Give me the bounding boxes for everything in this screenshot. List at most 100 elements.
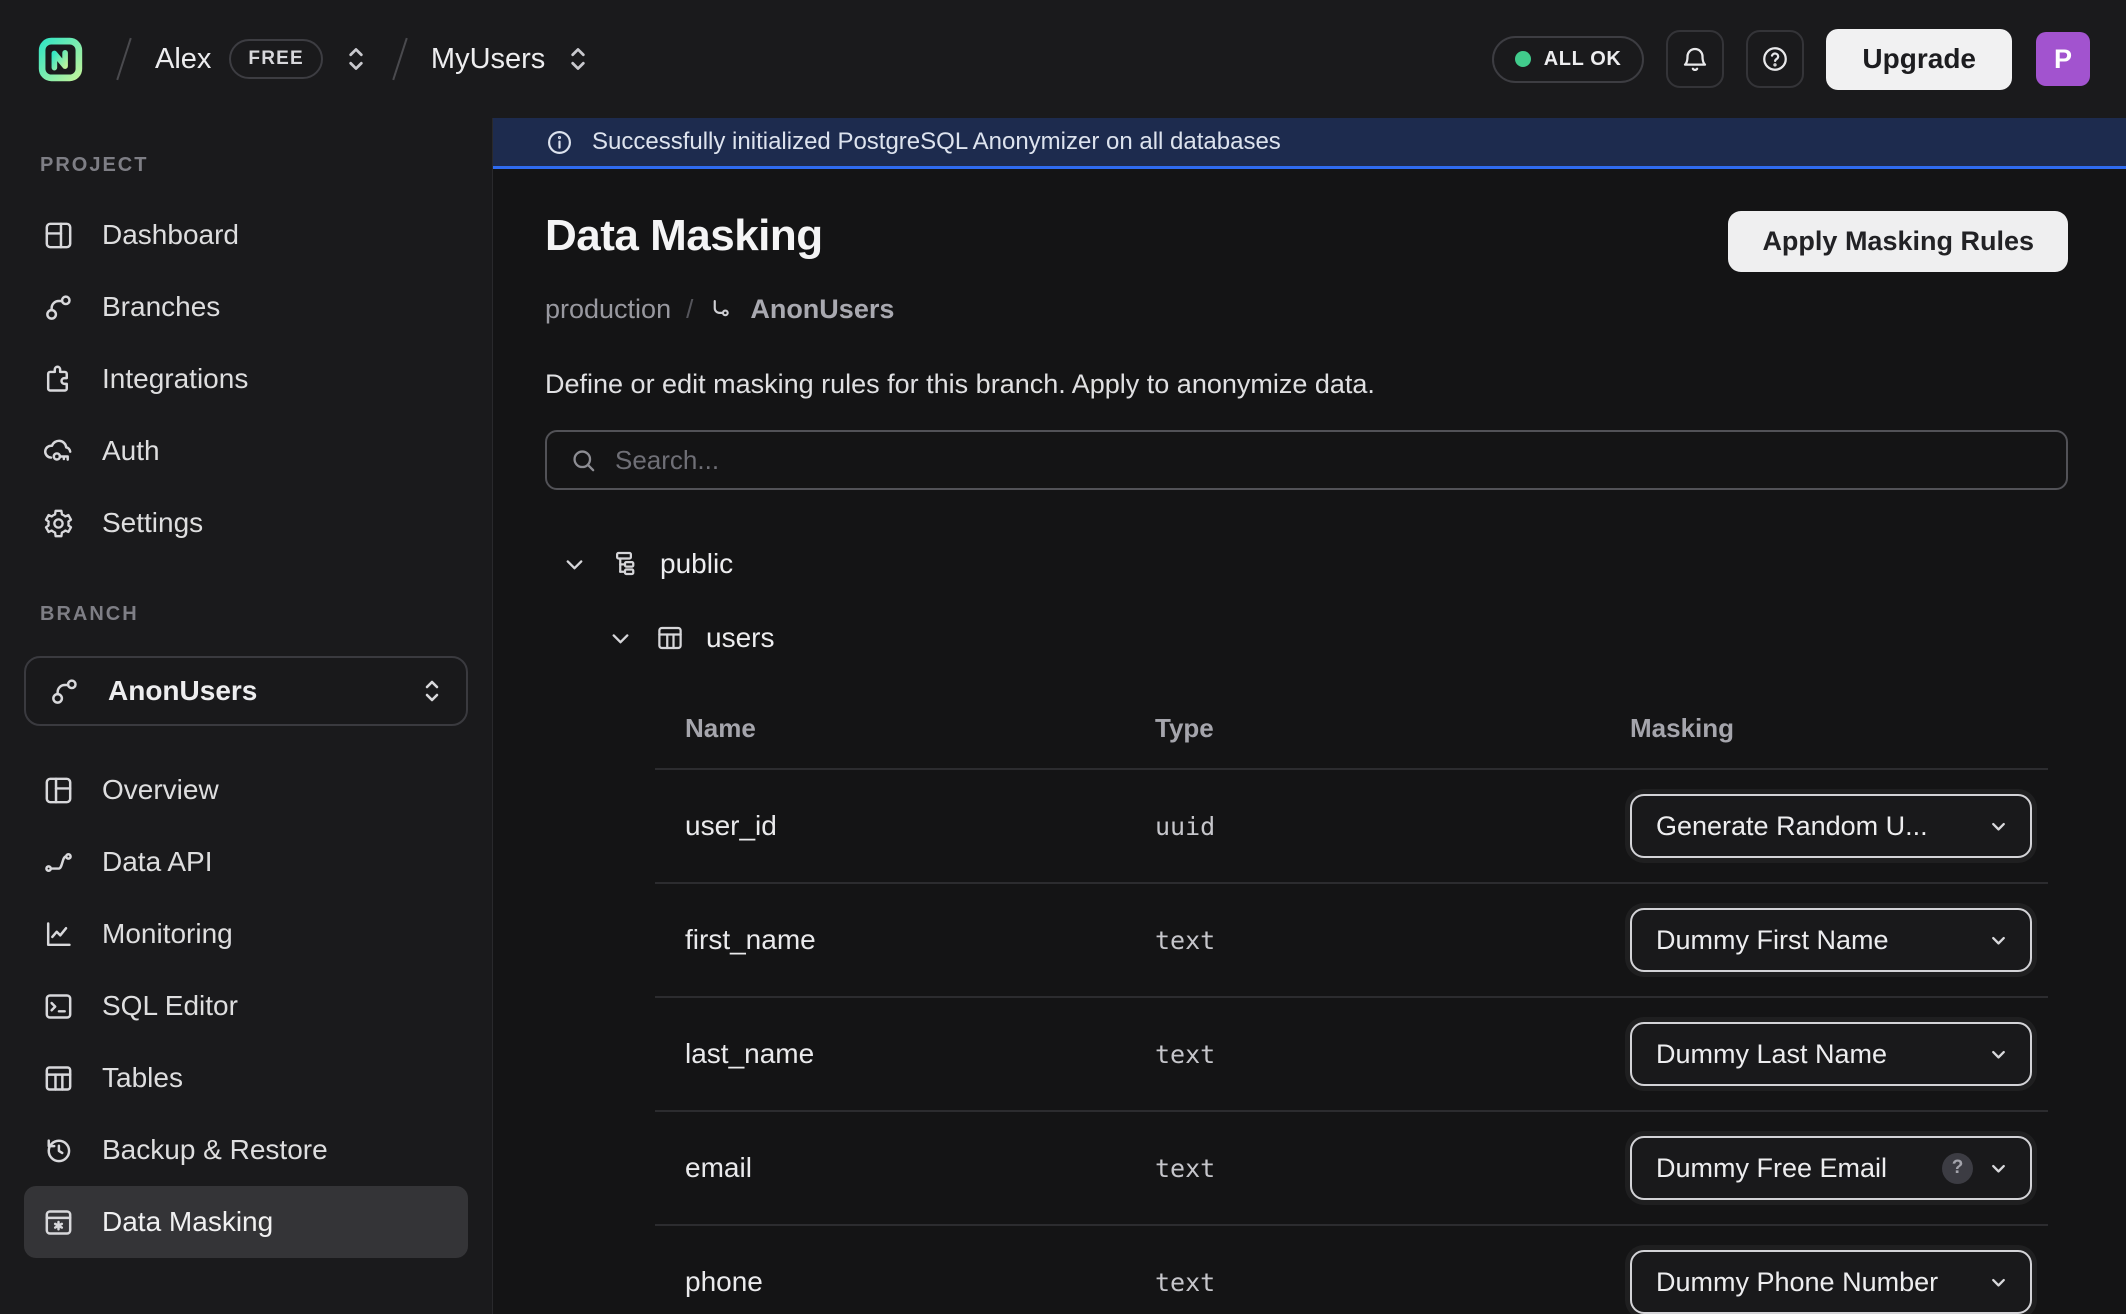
- upgrade-button[interactable]: Upgrade: [1826, 29, 2012, 90]
- masking-rule-select[interactable]: Dummy Phone Number: [1630, 1250, 2032, 1314]
- sidebar-item-backup-restore[interactable]: Backup & Restore: [24, 1114, 468, 1186]
- header-separator: [116, 38, 131, 80]
- org-name: Alex: [155, 43, 211, 76]
- sidebar-item-data-api[interactable]: Data API: [24, 826, 468, 898]
- sidebar-item-sql-editor[interactable]: SQL Editor: [24, 970, 468, 1042]
- top-navigation-bar: Alex FREE MyUsers ALL OK Upgrade P: [0, 0, 2126, 118]
- sidebar-item-label: Auth: [102, 435, 160, 467]
- table-header-row: Name Type Masking: [655, 688, 2048, 770]
- avatar[interactable]: P: [2036, 32, 2090, 86]
- sidebar-item-integrations[interactable]: Integrations: [24, 343, 468, 415]
- sidebar-section-branch: BRANCH: [24, 603, 468, 626]
- breadcrumb-current-branch[interactable]: AnonUsers: [750, 294, 894, 325]
- app-shell: PROJECT Dashboard Branches Integrations …: [0, 118, 2126, 1314]
- branch-selector[interactable]: AnonUsers: [24, 656, 468, 726]
- branches-icon: [42, 291, 75, 324]
- sidebar-item-label: Branches: [102, 291, 220, 323]
- sidebar-item-label: SQL Editor: [102, 990, 238, 1022]
- project-switcher[interactable]: MyUsers: [431, 42, 591, 76]
- sidebar-item-label: Backup & Restore: [102, 1134, 328, 1166]
- help-button[interactable]: [1746, 30, 1804, 88]
- sql-editor-icon: [42, 990, 75, 1023]
- header-separator: [392, 38, 407, 80]
- sidebar-section-project: PROJECT: [24, 154, 468, 177]
- sidebar-item-label: Integrations: [102, 363, 248, 395]
- masking-rule-value: Dummy Last Name: [1656, 1039, 1973, 1070]
- status-ok-dot: [1515, 51, 1531, 67]
- chevron-down-icon: [1987, 1157, 2010, 1180]
- branches-icon: [48, 675, 81, 708]
- search-input[interactable]: [615, 445, 2044, 476]
- column-name: last_name: [685, 1038, 1155, 1070]
- breadcrumb-separator: /: [686, 294, 693, 325]
- chevron-down-icon: [1987, 1043, 2010, 1066]
- history-clock-icon: [42, 1134, 75, 1167]
- sidebar-item-dashboard[interactable]: Dashboard: [24, 199, 468, 271]
- sidebar-item-monitoring[interactable]: Monitoring: [24, 898, 468, 970]
- tree-row-schema[interactable]: public: [561, 536, 2068, 592]
- chevron-updown-icon: [420, 675, 444, 707]
- info-icon: [545, 128, 574, 157]
- tables-icon: [42, 1062, 75, 1095]
- question-circle-icon: [1760, 44, 1790, 74]
- bell-icon: [1680, 44, 1710, 74]
- child-branch-icon: [708, 296, 735, 323]
- sidebar-item-branches[interactable]: Branches: [24, 271, 468, 343]
- breadcrumb-parent-branch[interactable]: production: [545, 294, 671, 325]
- table-row: last_name text Dummy Last Name: [655, 998, 2048, 1112]
- sidebar-item-label: Monitoring: [102, 918, 233, 950]
- sidebar-item-overview[interactable]: Overview: [24, 754, 468, 826]
- column-type: text: [1155, 1268, 1630, 1297]
- search-box[interactable]: [545, 430, 2068, 490]
- masking-rule-value: Dummy Phone Number: [1656, 1267, 1973, 1298]
- org-switcher[interactable]: Alex FREE: [155, 39, 369, 79]
- data-masking-icon: [42, 1206, 75, 1239]
- masking-rule-value: Dummy First Name: [1656, 925, 1973, 956]
- column-type: text: [1155, 1040, 1630, 1069]
- table-row: email text Dummy Free Email ?: [655, 1112, 2048, 1226]
- chevron-down-icon[interactable]: [607, 625, 634, 652]
- chevron-updown-icon[interactable]: [565, 42, 591, 76]
- dashboard-icon: [42, 219, 75, 252]
- sidebar-item-auth[interactable]: Auth: [24, 415, 468, 487]
- apply-masking-rules-button[interactable]: Apply Masking Rules: [1728, 211, 2068, 272]
- sidebar-item-settings[interactable]: Settings: [24, 487, 468, 559]
- status-label: ALL OK: [1544, 48, 1622, 71]
- masking-rule-select[interactable]: Dummy Free Email ?: [1630, 1136, 2032, 1200]
- schema-name: public: [660, 548, 733, 580]
- masking-rule-select[interactable]: Dummy Last Name: [1630, 1022, 2032, 1086]
- table-icon: [655, 623, 685, 653]
- status-pill[interactable]: ALL OK: [1492, 36, 1645, 83]
- branch-selector-value: AnonUsers: [108, 675, 393, 707]
- column-name: phone: [685, 1266, 1155, 1298]
- masking-rule-select[interactable]: Generate Random U...: [1630, 794, 2032, 858]
- table-row: phone text Dummy Phone Number: [655, 1226, 2048, 1314]
- column-name: first_name: [685, 924, 1155, 956]
- schema-tree: public users: [545, 536, 2068, 666]
- column-type: uuid: [1155, 812, 1630, 841]
- data-api-icon: [42, 846, 75, 879]
- column-type: text: [1155, 1154, 1630, 1183]
- sidebar-item-label: Settings: [102, 507, 203, 539]
- column-name: user_id: [685, 810, 1155, 842]
- notification-banner: Successfully initialized PostgreSQL Anon…: [493, 118, 2126, 169]
- chevron-down-icon: [1987, 1271, 2010, 1294]
- masking-rule-value: Dummy Free Email: [1656, 1153, 1928, 1184]
- chevron-updown-icon[interactable]: [343, 42, 369, 76]
- notifications-button[interactable]: [1666, 30, 1724, 88]
- column-type: text: [1155, 926, 1630, 955]
- sidebar-item-data-masking[interactable]: Data Masking: [24, 1186, 468, 1258]
- main-content: Successfully initialized PostgreSQL Anon…: [493, 118, 2126, 1314]
- tree-row-table[interactable]: users: [607, 610, 2068, 666]
- banner-message: Successfully initialized PostgreSQL Anon…: [592, 128, 1281, 156]
- column-header-masking: Masking: [1630, 713, 2048, 744]
- chevron-down-icon[interactable]: [561, 551, 588, 578]
- neon-logo-icon[interactable]: [36, 35, 85, 84]
- sidebar: PROJECT Dashboard Branches Integrations …: [0, 118, 493, 1314]
- sidebar-item-label: Overview: [102, 774, 219, 806]
- overview-icon: [42, 774, 75, 807]
- help-tooltip-badge[interactable]: ?: [1942, 1153, 1973, 1184]
- masking-rule-select[interactable]: Dummy First Name: [1630, 908, 2032, 972]
- column-name: email: [685, 1152, 1155, 1184]
- sidebar-item-tables[interactable]: Tables: [24, 1042, 468, 1114]
